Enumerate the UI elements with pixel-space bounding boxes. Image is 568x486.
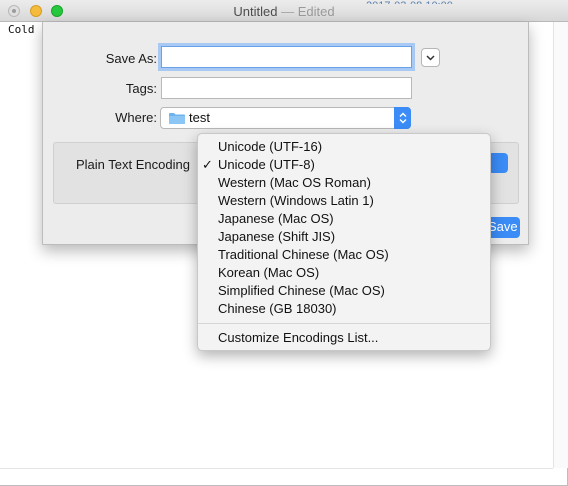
encoding-popup-stepper[interactable] <box>488 153 508 173</box>
window-edited-status: Edited <box>297 4 335 19</box>
menu-item-label: Western (Windows Latin 1) <box>218 193 374 208</box>
text-edit-window: Untitled — Edited 2017-03-08 10:00 Cold … <box>0 0 568 486</box>
tags-input[interactable] <box>161 77 412 99</box>
menu-item-label: Unicode (UTF-16) <box>218 139 323 154</box>
scroll-area-edge <box>553 22 568 468</box>
menu-item-simplified-chinese-mac[interactable]: Simplified Chinese (Mac OS) <box>198 282 490 300</box>
menu-item-korean-mac[interactable]: Korean (Mac OS) <box>198 264 490 282</box>
window-title-name: Untitled <box>233 4 278 19</box>
menu-separator <box>198 323 490 324</box>
where-stepper[interactable] <box>394 107 411 129</box>
menu-item-label: Unicode (UTF-8) <box>218 157 315 172</box>
expand-dialog-button[interactable] <box>421 48 440 67</box>
menu-item-unicode-utf8[interactable]: ✓ Unicode (UTF-8) <box>198 156 490 174</box>
menu-item-label: Korean (Mac OS) <box>218 265 320 280</box>
checkmark-icon: ✓ <box>202 157 213 172</box>
title-bar[interactable]: Untitled — Edited 2017-03-08 10:00 <box>0 0 568 22</box>
menu-item-japanese-shift-jis[interactable]: Japanese (Shift JIS) <box>198 228 490 246</box>
menu-item-japanese-mac[interactable]: Japanese (Mac OS) <box>198 210 490 228</box>
document-text[interactable]: Cold <box>8 23 35 36</box>
background-window-title: 2017-03-08 10:00 <box>366 0 566 4</box>
save-as-input[interactable] <box>161 46 412 68</box>
where-label: Where: <box>115 110 157 125</box>
menu-item-customize-encodings[interactable]: Customize Encodings List... <box>198 329 490 347</box>
plain-text-encoding-label: Plain Text Encoding <box>76 157 190 172</box>
menu-item-traditional-chinese-mac[interactable]: Traditional Chinese (Mac OS) <box>198 246 490 264</box>
menu-item-chinese-gb18030[interactable]: Chinese (GB 18030) <box>198 300 490 318</box>
window-title: Untitled — Edited <box>0 4 568 19</box>
menu-item-label: Western (Mac OS Roman) <box>218 175 371 190</box>
menu-item-label: Traditional Chinese (Mac OS) <box>218 247 389 262</box>
menu-item-unicode-utf16[interactable]: Unicode (UTF-16) <box>198 138 490 156</box>
bottom-edge <box>0 468 553 469</box>
menu-item-label: Simplified Chinese (Mac OS) <box>218 283 385 298</box>
where-popup[interactable]: test <box>160 107 411 129</box>
where-value: test <box>189 110 210 125</box>
folder-icon <box>169 113 185 124</box>
stepper-arrows-icon <box>399 112 406 124</box>
encoding-menu: Unicode (UTF-16) ✓ Unicode (UTF-8) Weste… <box>197 133 491 351</box>
menu-item-western-windows-latin1[interactable]: Western (Windows Latin 1) <box>198 192 490 210</box>
menu-item-label: Customize Encodings List... <box>218 330 379 345</box>
menu-item-label: Japanese (Shift JIS) <box>218 229 336 244</box>
menu-item-label: Chinese (GB 18030) <box>218 301 337 316</box>
save-as-label: Save As: <box>105 51 157 66</box>
window-title-separator: — <box>281 4 295 19</box>
save-button-label: Save <box>488 219 518 234</box>
menu-item-western-mac-roman[interactable]: Western (Mac OS Roman) <box>198 174 490 192</box>
menu-item-label: Japanese (Mac OS) <box>218 211 334 226</box>
chevron-down-icon <box>426 54 435 61</box>
tags-label: Tags: <box>125 81 157 96</box>
